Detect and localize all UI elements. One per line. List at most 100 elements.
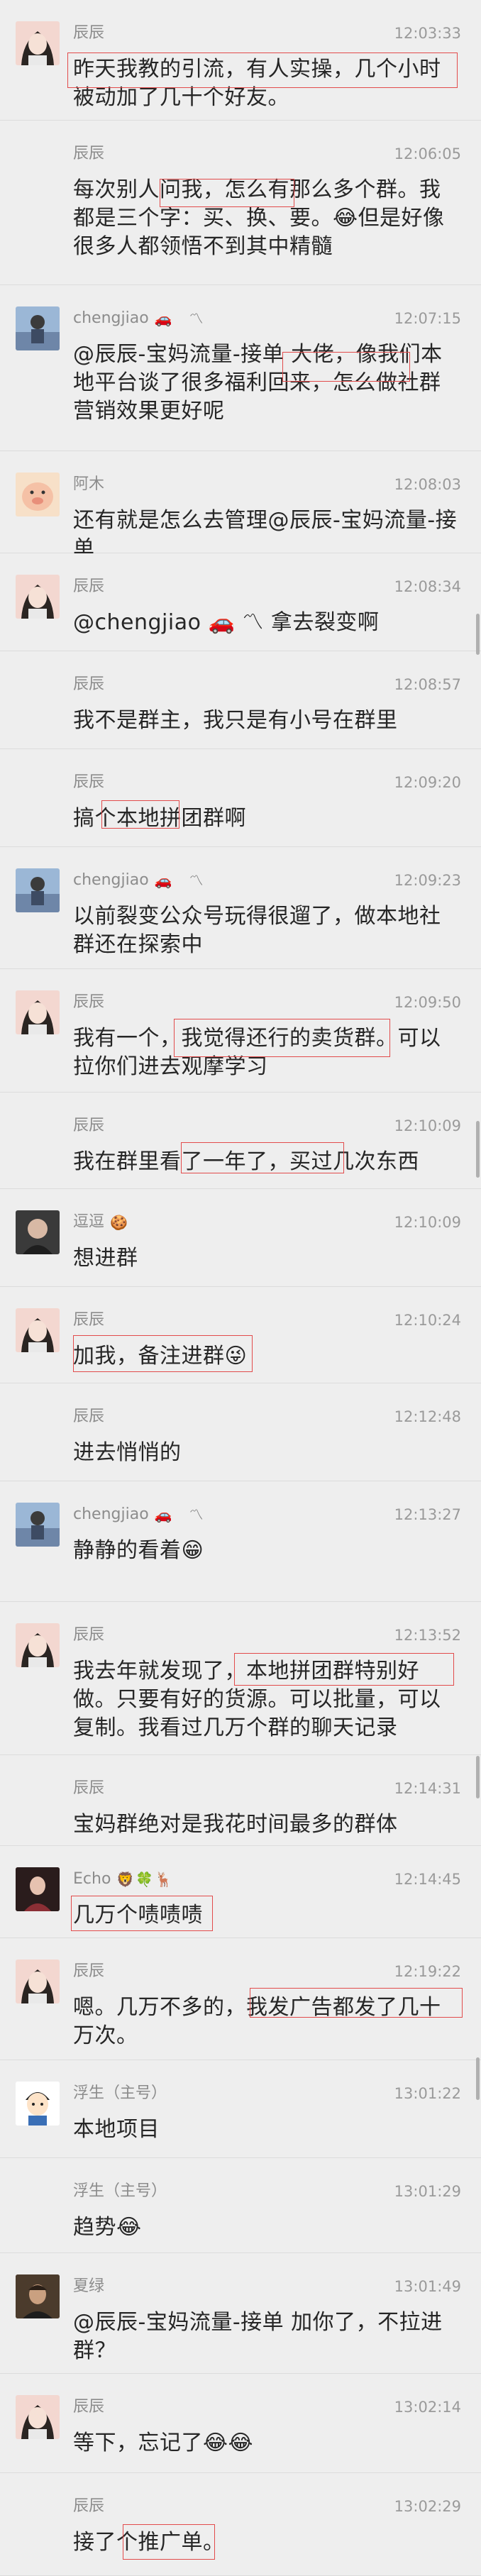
message-header: 阿木 12:08:03	[73, 474, 461, 495]
message-timestamp: 12:08:57	[394, 676, 461, 693]
chat-message[interactable]: chengjiao 🚗 〽 12:13:27 静静的看着😁	[0, 1481, 481, 1602]
sender-name[interactable]: chengjiao	[73, 1504, 149, 1525]
message-text: 加我，备注进群😜	[73, 1344, 248, 1369]
message-text: 静静的看着😁	[73, 1538, 204, 1563]
sender-name[interactable]: chengjiao	[73, 308, 149, 329]
sender-badges: 🚗 〽	[155, 310, 205, 327]
chat-message[interactable]: 辰辰 12:08:57 我不是群主，我只是有小号在群里	[0, 651, 481, 749]
chat-message[interactable]: 夏绿 13:01:49 @辰辰-宝妈流量-接单 加你了，不拉进群？	[0, 2253, 481, 2374]
chat-message[interactable]: 辰辰 12:14:31 宝妈群绝对是我花时间最多的群体	[0, 1755, 481, 1846]
chat-history-list[interactable]: 辰辰 12:03:33 昨天我教的引流，有人实操，几个小时被动加了几十个好友。 辰辰 1…	[0, 0, 481, 2576]
sender-name[interactable]: 辰辰	[73, 23, 104, 44]
chat-message[interactable]: 辰辰 12:12:48 进去悄悄的	[0, 1383, 481, 1481]
sender-avatar[interactable]	[16, 2082, 60, 2126]
scrollbar-thumb[interactable]	[476, 614, 480, 655]
message-timestamp: 12:13:27	[394, 1506, 461, 1523]
scrollbar-thumb[interactable]	[476, 1756, 480, 1798]
sender-avatar[interactable]	[16, 990, 60, 1034]
message-header: 辰辰 12:14:31	[73, 1778, 461, 1799]
message-text: @辰辰-宝妈流量-接单 加你了，不拉进群？	[73, 2310, 443, 2363]
sender-name[interactable]: 辰辰	[73, 576, 104, 597]
sender-name[interactable]: 辰辰	[73, 1115, 104, 1137]
message-text: 我有一个，我觉得还行的卖货群。可以拉你们进去观摩学习	[73, 1026, 441, 1079]
sender-name[interactable]: 阿木	[73, 474, 104, 495]
sender-avatar[interactable]	[16, 1210, 60, 1254]
sender-badges: 🚗 〽	[155, 872, 205, 889]
sender-avatar[interactable]	[16, 306, 60, 350]
sender-name[interactable]: 逗逗	[73, 1212, 104, 1233]
chat-message[interactable]: 辰辰 12:10:24 加我，备注进群😜	[0, 1287, 481, 1383]
message-timestamp: 12:14:31	[394, 1780, 461, 1797]
sender-avatar[interactable]	[16, 21, 60, 65]
badge-emoji-icon: 🍀	[136, 1871, 154, 1888]
message-header: 辰辰 12:08:57	[73, 674, 461, 695]
scrollbar-thumb[interactable]	[476, 1121, 480, 1178]
sender-name[interactable]: chengjiao	[73, 870, 149, 891]
message-text: 宝妈群绝对是我花时间最多的群体	[73, 1812, 398, 1837]
sender-name[interactable]: 浮生（主号）	[73, 2083, 167, 2104]
sender-name[interactable]: 辰辰	[73, 772, 104, 793]
chat-message[interactable]: 辰辰 12:13:52 我去年就发现了，本地拼团群特别好做。只要有好的货源。可以批量…	[0, 1602, 481, 1755]
sender-avatar[interactable]	[16, 1959, 60, 2003]
message-timestamp: 12:06:05	[394, 145, 461, 162]
chat-message[interactable]: 浮生（主号） 13:01:29 趋势😂	[0, 2158, 481, 2253]
chat-message[interactable]: 阿木 12:08:03 还有就是怎么去管理@辰辰-宝妈流量-接单	[0, 451, 481, 561]
sender-name[interactable]: Echo	[73, 1869, 111, 1890]
sender-avatar[interactable]	[16, 868, 60, 912]
message-timestamp: 12:13:52	[394, 1627, 461, 1644]
sender-avatar[interactable]	[16, 1867, 60, 1911]
message-header: chengjiao 🚗 〽 12:07:15	[73, 308, 461, 329]
chat-message[interactable]: 辰辰 12:10:09 我在群里看了一年了，买过几次东西	[0, 1093, 481, 1189]
sender-avatar[interactable]	[16, 472, 60, 516]
sender-name[interactable]: 辰辰	[73, 1961, 104, 1982]
chat-message[interactable]: 辰辰 12:19:22 嗯。几万不多的，我发广告都发了几十万次。	[0, 1938, 481, 2060]
sender-name[interactable]: 夏绿	[73, 2276, 104, 2297]
message-timestamp: 12:09:50	[394, 994, 461, 1011]
chat-message[interactable]: 辰辰 12:03:33 昨天我教的引流，有人实操，几个小时被动加了几十个好友。	[0, 0, 481, 121]
sender-name[interactable]: 辰辰	[73, 674, 104, 695]
chat-message[interactable]: 辰辰 12:06:05 每次别人问我，怎么有那么多个群。我都是三个字：买、换、要。😂…	[0, 121, 481, 285]
sender-avatar[interactable]	[16, 2395, 60, 2439]
chat-message[interactable]: 辰辰 12:08:34 @chengjiao 🚗 〽 拿去裂变啊	[0, 553, 481, 651]
chat-message[interactable]: 浮生（主号） 13:01:22 本地项目	[0, 2060, 481, 2158]
message-text: 每次别人问我，怎么有那么多个群。我都是三个字：买、换、要。😂但是好像很多人都领悟…	[73, 177, 445, 259]
sender-name[interactable]: 辰辰	[73, 2496, 104, 2517]
chat-message[interactable]: 辰辰 13:02:14 等下，忘记了😂😂	[0, 2374, 481, 2473]
message-header: chengjiao 🚗 〽 12:13:27	[73, 1504, 461, 1525]
message-timestamp: 12:09:23	[394, 872, 461, 889]
message-text: 搞个本地拼团群啊	[73, 806, 246, 831]
sender-name[interactable]: 辰辰	[73, 2397, 104, 2418]
sender-avatar[interactable]	[16, 575, 60, 619]
chat-message[interactable]: 辰辰 12:09:50 我有一个，我觉得还行的卖货群。可以拉你们进去观摩学习	[0, 969, 481, 1093]
chat-message[interactable]: 辰辰 12:09:20 搞个本地拼团群啊	[0, 749, 481, 847]
sender-name[interactable]: 辰辰	[73, 1778, 104, 1799]
sender-name[interactable]: 辰辰	[73, 1625, 104, 1646]
chat-message[interactable]: 辰辰 13:02:29 接了个推广单。	[0, 2473, 481, 2576]
badge-emoji-icon: 🚗	[154, 1506, 172, 1523]
message-text: 我在群里看了一年了，买过几次东西	[73, 1149, 419, 1174]
sender-name[interactable]: 辰辰	[73, 992, 104, 1013]
message-header: 辰辰 12:09:50	[73, 992, 461, 1013]
message-text: @辰辰-宝妈流量-接单 大佬，像我们本地平台谈了很多福利回来，怎么做社群营销效果…	[73, 342, 443, 424]
message-timestamp: 12:10:09	[394, 1117, 461, 1134]
sender-avatar[interactable]	[16, 1503, 60, 1547]
message-header: Echo 🦁 🍀 🦌 12:14:45	[73, 1869, 461, 1890]
sender-name[interactable]: 辰辰	[73, 1310, 104, 1331]
sender-avatar[interactable]	[16, 1623, 60, 1667]
sender-name[interactable]: 浮生（主号）	[73, 2181, 167, 2202]
message-text: 我不是群主，我只是有小号在群里	[73, 708, 398, 733]
sender-name[interactable]: 辰辰	[73, 143, 104, 165]
message-header: 辰辰 12:12:48	[73, 1406, 461, 1427]
sender-avatar[interactable]	[16, 2274, 60, 2318]
chat-message[interactable]: Echo 🦁 🍀 🦌 12:14:45 几万个啧啧啧	[0, 1846, 481, 1938]
chat-message[interactable]: chengjiao 🚗 〽 12:09:23 以前裂变公众号玩得很遛了，做本地社群还在探…	[0, 847, 481, 969]
message-text: @chengjiao 🚗 〽 拿去裂变啊	[73, 610, 380, 635]
sender-avatar[interactable]	[16, 1308, 60, 1352]
sender-name[interactable]: 辰辰	[73, 1406, 104, 1427]
chat-message[interactable]: chengjiao 🚗 〽 12:07:15 @辰辰-宝妈流量-接单 大佬，像我们本地平…	[0, 285, 481, 451]
scrollbar-thumb[interactable]	[476, 2057, 480, 2100]
message-header: chengjiao 🚗 〽 12:09:23	[73, 870, 461, 891]
message-text: 想进群	[73, 1246, 138, 1271]
message-text: 本地项目	[73, 2117, 160, 2142]
chat-message[interactable]: 逗逗 🍪 12:10:09 想进群	[0, 1189, 481, 1287]
